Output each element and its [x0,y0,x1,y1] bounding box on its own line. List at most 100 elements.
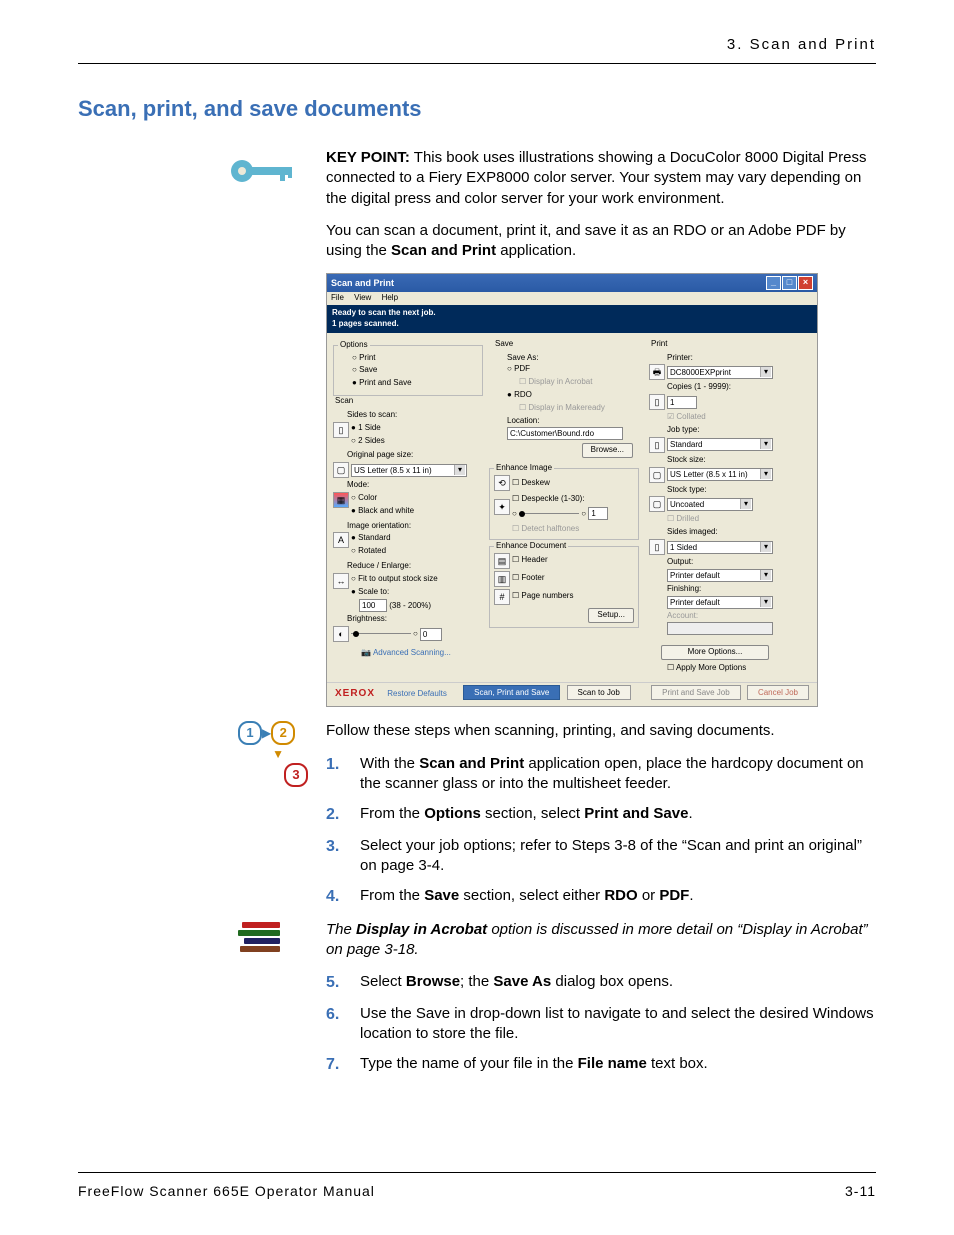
orient-rotated[interactable]: Rotated [351,546,391,557]
key-point-paragraph: KEY POINT: This book uses illustrations … [326,148,876,209]
window-title: Scan and Print [331,277,394,289]
scale-icon: ↔ [333,573,349,589]
stocktype-icon: ▢ [649,496,665,512]
xerox-logo: XEROX [335,688,375,699]
sides-icon: ▯ [333,422,349,438]
browse-button[interactable]: Browse... [582,443,633,458]
brightness-slider[interactable] [351,631,411,637]
restore-defaults-link[interactable]: Restore Defaults [387,689,447,698]
follow-steps-text: Follow these steps when scanning, printi… [326,721,876,741]
cancel-job-button: Cancel Job [747,685,809,700]
deskew-icon: ⟲ [494,475,510,491]
despeckle-icon: ✦ [494,499,510,515]
brightness-value[interactable]: 0 [420,628,442,641]
advanced-scanning-link[interactable]: 📷 Advanced Scanning... [361,648,451,657]
scan-group: Scan Sides to scan: ▯ 1 Side 2 Sides Ori… [333,402,483,663]
stocksize-select[interactable]: US Letter (8.5 x 11 in) [667,468,773,481]
footer-icon: ▥ [494,571,510,587]
printer-select[interactable]: DC8000EXPprint [667,366,773,379]
setup-button[interactable]: Setup... [588,608,634,623]
jobtype-select[interactable]: Standard [667,438,773,451]
close-icon[interactable]: × [798,276,813,290]
opt-print[interactable]: Print [352,353,478,364]
detect-halftones: Detect halftones [512,524,634,535]
menu-help[interactable]: Help [382,293,398,302]
display-acrobat: Display in Acrobat [519,377,635,388]
account-input [667,622,773,635]
mode-bw[interactable]: Black and white [351,506,414,517]
menu-view[interactable]: View [354,293,371,302]
apply-more-options[interactable]: Apply More Options [667,663,781,674]
brightness-icon: ◐ [333,626,349,642]
copies-icon: ▯ [649,394,665,410]
save-group: Save Save As: PDF Display in Acrobat RDO… [489,345,639,463]
books-icon [238,922,284,964]
printer-icon: 🖶 [649,364,665,380]
drilled-check: Drilled [667,514,781,525]
jobtype-icon: ▯ [649,437,665,453]
status-bar: Ready to scan the next job. 1 pages scan… [327,305,817,333]
orig-page-size-select[interactable]: US Letter (8.5 x 11 in) [351,464,467,477]
step-2: 2. From the Options section, select Prin… [326,804,876,826]
orientation-icon: A [333,532,349,548]
stocktype-select[interactable]: Uncoated [667,498,753,511]
dialog-footer: XEROX Restore Defaults Scan, Print and S… [327,682,817,707]
finishing-select[interactable]: Printer default [667,596,773,609]
chapter-breadcrumb: 3. Scan and Print [78,36,876,64]
output-select[interactable]: Printer default [667,569,773,582]
step-7: 7. Type the name of your file in the Fil… [326,1054,876,1076]
window-titlebar: Scan and Print _□× [327,274,817,292]
despeckle-slider[interactable] [519,511,579,517]
pagenum-icon: # [494,589,510,605]
pagenum-check[interactable]: Page numbers [512,591,573,602]
footer-check[interactable]: Footer [512,573,545,584]
menu-file[interactable]: File [331,293,344,302]
intro-paragraph: You can scan a document, print it, and s… [326,221,876,262]
print-save-job-button: Print and Save Job [651,685,741,700]
minimize-icon[interactable]: _ [766,276,781,290]
save-pdf[interactable]: PDF [507,364,635,375]
step-3: 3. Select your job options; refer to Ste… [326,836,876,877]
note-display-acrobat: The Display in Acrobat option is discuss… [326,920,876,961]
scale-to[interactable]: Scale to: [351,587,438,598]
header-check[interactable]: Header [512,555,548,566]
opt-print-and-save[interactable]: Print and Save [352,378,478,389]
location-field[interactable]: C:\Customer\Bound.rdo [507,427,623,440]
stocksize-icon: ▢ [649,467,665,483]
sides-2[interactable]: 2 Sides [351,436,385,447]
page-footer: FreeFlow Scanner 665E Operator Manual 3-… [78,1172,876,1199]
page-size-icon: ▢ [333,462,349,478]
despeckle-value[interactable]: 1 [588,507,608,520]
key-point-label: KEY POINT: [326,149,410,166]
orient-standard[interactable]: Standard [351,533,391,544]
scan-print-save-button[interactable]: Scan, Print and Save [463,685,560,700]
mode-color[interactable]: Color [351,493,414,504]
section-title: Scan, print, and save documents [78,96,876,122]
despeckle-check[interactable]: Despeckle (1-30): [512,494,608,505]
scan-and-print-screenshot: Scan and Print _□× File View Help Ready … [326,273,818,707]
step-5: 5. Select Browse; the Save As dialog box… [326,972,876,994]
opt-save[interactable]: Save [352,365,478,376]
more-options-button[interactable]: More Options... [661,645,769,660]
header-icon: ▤ [494,553,510,569]
display-makeready: Display in Makeready [519,403,635,414]
page-number: 3-11 [845,1183,876,1199]
step-6: 6. Use the Save in drop-down list to nav… [326,1004,876,1045]
scan-to-job-button[interactable]: Scan to Job [567,685,631,700]
window-buttons: _□× [765,276,813,290]
copies-input[interactable]: 1 [667,396,697,409]
step-1: 1. With the Scan and Print application o… [326,754,876,795]
sidesimaged-icon: ▯ [649,539,665,555]
deskew-check[interactable]: Deskew [512,478,550,489]
sides-1[interactable]: 1 Side [351,423,385,434]
scale-value[interactable]: 100 [359,599,387,612]
print-group: Print Printer: 🖶DC8000EXPprint Copies (1… [645,345,785,678]
manual-title: FreeFlow Scanner 665E Operator Manual [78,1183,375,1199]
steps-123-icon: 1▶2 ▼ 3 [238,721,314,787]
save-rdo[interactable]: RDO [507,390,635,401]
fit-to-stock[interactable]: Fit to output stock size [351,574,438,585]
sidesimaged-select[interactable]: 1 Sided [667,541,773,554]
maximize-icon[interactable]: □ [782,276,797,290]
collated-check: Collated [667,412,781,423]
menu-bar: File View Help [327,292,817,305]
